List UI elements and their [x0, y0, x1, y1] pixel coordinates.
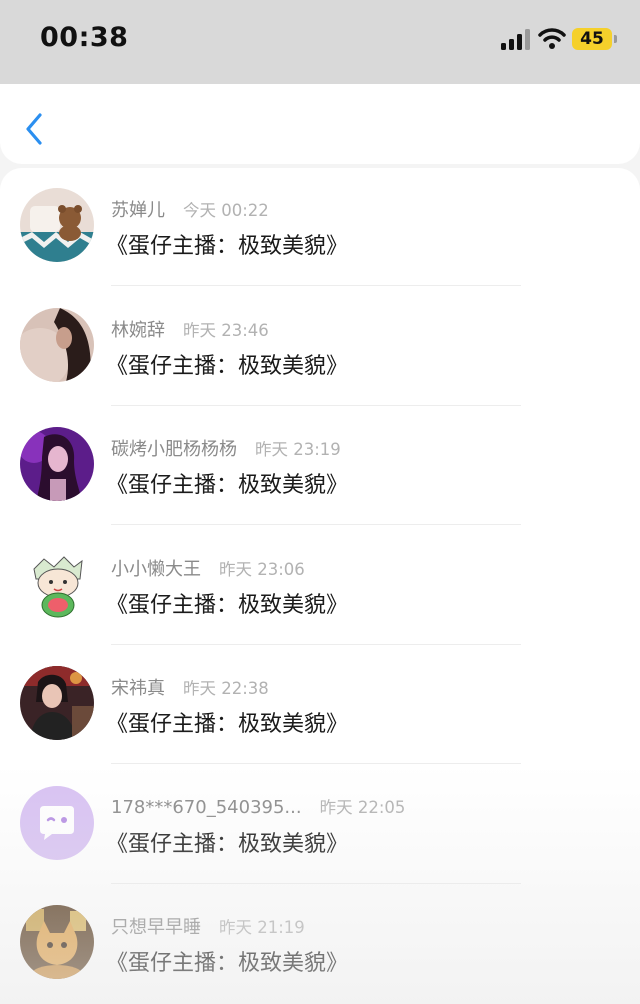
list-item[interactable]: 碳烤小肥杨杨杨 昨天 23:19 《蛋仔主播：极致美貌》: [0, 407, 640, 527]
sender-name: 苏婵儿: [111, 200, 165, 221]
message-preview: 《蛋仔主播：极致美貌》: [106, 234, 349, 259]
message-preview: 《蛋仔主播：极致美貌》: [106, 353, 349, 379]
message-preview: 《蛋仔主播：极致美貌》: [106, 712, 349, 737]
divider: [111, 285, 521, 286]
timestamp: 昨天 23:19: [255, 440, 341, 459]
wifi-icon: [538, 28, 566, 49]
list-item[interactable]: 178***670_540395... 昨天 22:05 《蛋仔主播：极致美貌》: [0, 766, 640, 886]
timestamp: 昨天 22:05: [319, 797, 406, 817]
sender-name: 178***670_540395...: [111, 796, 302, 818]
purple-portrait-avatar[interactable]: [20, 427, 94, 501]
sender-name: 林婉辞: [111, 319, 165, 341]
teddy-bear-avatar[interactable]: [20, 188, 94, 262]
timestamp: 昨天 22:38: [183, 679, 269, 698]
message-preview: 《蛋仔主播：极致美貌》: [106, 831, 349, 857]
divider: [111, 524, 521, 525]
list-item[interactable]: 苏婵儿 今天 00:22 《蛋仔主播：极致美貌》: [0, 168, 640, 288]
divider: [111, 763, 521, 764]
message-preview: 《蛋仔主播：极致美貌》: [106, 473, 349, 498]
list-item[interactable]: 林婉辞 昨天 23:46 《蛋仔主播：极致美貌》: [0, 288, 640, 408]
divider: [111, 404, 521, 406]
battery-icon: 45: [572, 28, 617, 50]
timestamp: 今天 00:22: [183, 201, 269, 220]
timestamp: 昨天 21:19: [219, 918, 305, 937]
timestamp: 昨天 23:06: [219, 559, 305, 579]
sender-name: 小小懒大王: [111, 558, 201, 580]
cat-avatar[interactable]: [20, 905, 94, 979]
sender-name: 只想早早睡: [111, 917, 201, 938]
chevron-left-icon[interactable]: [22, 112, 46, 146]
divider: [111, 643, 521, 645]
timestamp: 昨天 23:46: [183, 320, 269, 340]
girl-photo-avatar[interactable]: [20, 666, 94, 740]
message-preview: 《蛋仔主播：极致美貌》: [106, 592, 349, 618]
battery-level: 45: [580, 29, 604, 49]
status-bar: 00:38 45: [0, 0, 640, 84]
status-time: 00:38: [40, 22, 129, 53]
sender-name: 宋祎真: [111, 678, 165, 699]
nav-bar: [0, 84, 640, 164]
list-item[interactable]: 只想早早睡 昨天 21:19 《蛋仔主播：极致美貌》: [0, 885, 640, 1004]
list-item[interactable]: 小小懒大王 昨天 23:06 《蛋仔主播：极致美貌》: [0, 527, 640, 647]
divider: [111, 882, 521, 884]
signal-icon: [501, 29, 530, 50]
message-preview: 《蛋仔主播：极致美貌》: [106, 951, 349, 976]
sender-name: 碳烤小肥杨杨杨: [111, 439, 237, 460]
message-list: 苏婵儿 今天 00:22 《蛋仔主播：极致美貌》 林婉辞 昨天 23:46 《蛋仔主…: [0, 168, 640, 1004]
portrait-avatar[interactable]: [20, 307, 94, 382]
default-chat-avatar[interactable]: [20, 785, 94, 860]
cartoon-avatar[interactable]: [20, 546, 94, 621]
list-item[interactable]: 宋祎真 昨天 22:38 《蛋仔主播：极致美貌》: [0, 646, 640, 766]
